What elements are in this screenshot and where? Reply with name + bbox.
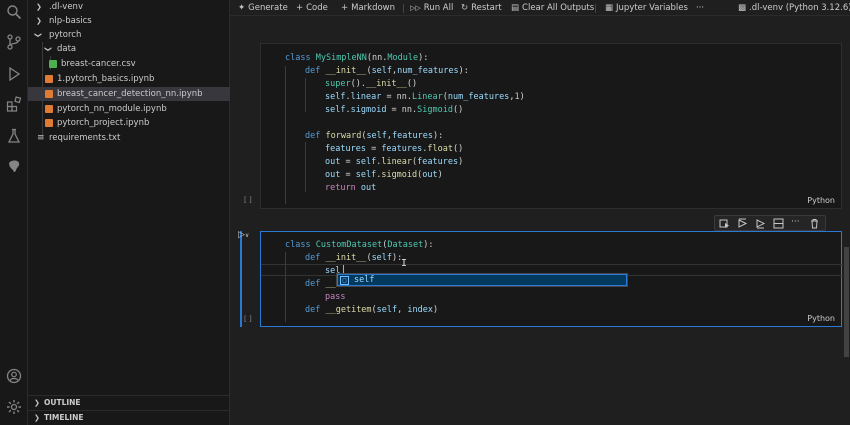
notebook-toolbar: ✦ Generate + Code + Markdown ▷▷ Run All ↻ Res… [230, 0, 850, 16]
chevron-down-icon: ❯ [43, 46, 52, 52]
code-line: out = self.sigmoid(out) [325, 170, 443, 180]
chevron-right-icon: ❯ [36, 17, 42, 25]
run-all-icon: ▷▷ [410, 4, 421, 12]
code-line: self.linear = nn.Linear(num_features,1) [325, 92, 525, 102]
chevron-right-icon: ❯ [34, 399, 40, 407]
tree-item-pytorch-basics[interactable]: 1.pytorch_basics.ipynb [28, 72, 230, 86]
account-icon[interactable] [6, 368, 22, 384]
tree-item-data[interactable]: ❯ data [28, 42, 230, 56]
mouse-ibeam-cursor: I [401, 258, 408, 269]
variables-icon: ▦ [605, 3, 614, 13]
run-cell-button[interactable]: ▷∨ [238, 230, 249, 240]
sparkle-icon: ✦ [238, 3, 246, 13]
kernel-picker[interactable]: ▩ .dl-venv (Python 3.12.6) [738, 0, 850, 16]
split-cell-icon[interactable] [773, 218, 784, 229]
explorer-panel: ❯ .dl-venv ❯ nlp-basics ❯ pytorch ❯ data… [28, 0, 230, 425]
variable-symbol-icon: □ [340, 276, 349, 285]
tree-item-breast-cancer-csv[interactable]: breast-cancer.csv [28, 57, 230, 71]
remote-explorer-icon[interactable] [6, 158, 22, 174]
notebook-file-icon [45, 105, 53, 113]
clear-all-outputs-button[interactable]: ▤ Clear All Outputs [511, 0, 594, 16]
outline-section-header[interactable]: ❯ OUTLINE [28, 395, 230, 409]
kernel-icon: ▩ [738, 3, 747, 13]
code-line: def __init__(self): [305, 253, 403, 263]
toolbar-divider [403, 4, 404, 13]
code-line: def __init__(self,num_features): [305, 66, 469, 76]
tree-item-pytorch-nn-module[interactable]: pytorch_nn_module.ipynb [28, 102, 230, 116]
tree-item-pytorch[interactable]: ❯ pytorch [28, 28, 230, 42]
chevron-down-icon: ❯ [33, 32, 42, 38]
notebook-file-icon [45, 75, 53, 83]
restart-button[interactable]: ↻ Restart [461, 0, 502, 16]
extensions-icon[interactable] [6, 96, 22, 112]
execute-below-icon[interactable] [755, 218, 766, 229]
more-actions-button[interactable]: ··· [696, 0, 704, 16]
indent-guide [285, 66, 286, 204]
search-icon[interactable] [6, 4, 22, 20]
run-by-line-icon[interactable] [719, 218, 730, 229]
tree-item-dl-venv[interactable]: ❯ .dl-venv [28, 0, 230, 14]
toolbar-divider [595, 4, 596, 13]
code-line: super().__init__() [325, 79, 418, 89]
focused-cell-indicator [240, 231, 242, 327]
delete-cell-icon[interactable] [809, 218, 820, 229]
source-control-icon[interactable] [6, 34, 22, 50]
suggestion-item-self[interactable]: □ self [337, 274, 627, 286]
code-line: self.sigmoid = nn.Sigmoid() [325, 105, 464, 115]
autocomplete-suggestion-widget: □ self [336, 273, 628, 287]
code-line: out = self.linear(features) [325, 157, 464, 167]
plus-icon: + [341, 3, 349, 13]
text-file-icon: ≡ [37, 133, 45, 143]
clear-outputs-icon: ▤ [511, 3, 520, 13]
run-debug-icon[interactable] [6, 66, 22, 82]
activity-bar [0, 0, 28, 425]
timeline-section-header[interactable]: ❯ TIMELINE [28, 410, 230, 424]
jupyter-variables-button[interactable]: ▦ Jupyter Variables [605, 0, 688, 16]
generate-button[interactable]: ✦ Generate [238, 0, 288, 16]
cell-toolbar: ··· [714, 215, 826, 231]
indent-guide [305, 142, 306, 192]
plus-icon: + [296, 3, 304, 13]
cell-execution-marker: [ ] [244, 315, 252, 323]
chevron-right-icon: ❯ [34, 414, 40, 422]
code-line: def __getitem(self, index) [305, 305, 439, 315]
tree-item-pytorch-project[interactable]: pytorch_project.ipynb [28, 116, 230, 130]
notebook-file-icon [45, 90, 53, 98]
cell-language-label[interactable]: Python [807, 314, 835, 323]
cell-execution-marker: [ ] [244, 196, 252, 204]
cell-language-label[interactable]: Python [807, 196, 835, 205]
indent-guide [285, 252, 286, 322]
code-line: class MySimpleNN(nn.Module): [285, 53, 429, 63]
restart-icon: ↻ [461, 3, 469, 13]
code-line: class CustomDataset(Dataset): [285, 240, 434, 250]
code-line: features = features.float() [325, 144, 464, 154]
tree-item-breast-cancer-detection[interactable]: breast_cancer_detection_nn.ipynb [28, 87, 230, 101]
indent-guide [305, 78, 306, 112]
add-code-cell-button[interactable]: + Code [296, 0, 328, 16]
chevron-right-icon: ❯ [36, 3, 42, 11]
notebook-editor: class MySimpleNN(nn.Module): def __init_… [230, 17, 850, 425]
more-icon[interactable]: ··· [791, 218, 802, 229]
code-line: def forward(self,features): [305, 131, 444, 141]
run-all-button[interactable]: ▷▷ Run All [410, 0, 453, 16]
execute-above-icon[interactable] [737, 218, 748, 229]
tree-item-nlp-basics[interactable]: ❯ nlp-basics [28, 14, 230, 28]
code-line: pass [325, 292, 346, 302]
tree-item-requirements[interactable]: ≡ requirements.txt [28, 131, 230, 145]
settings-gear-icon[interactable] [6, 399, 22, 415]
csv-file-icon [49, 60, 57, 68]
notebook-file-icon [45, 119, 53, 127]
add-markdown-cell-button[interactable]: + Markdown [341, 0, 395, 16]
code-line: return out [325, 183, 377, 193]
editor-scrollbar[interactable] [844, 247, 849, 357]
testing-flask-icon[interactable] [6, 128, 22, 144]
code-cell-1[interactable]: class MySimpleNN(nn.Module): def __init_… [260, 43, 842, 209]
